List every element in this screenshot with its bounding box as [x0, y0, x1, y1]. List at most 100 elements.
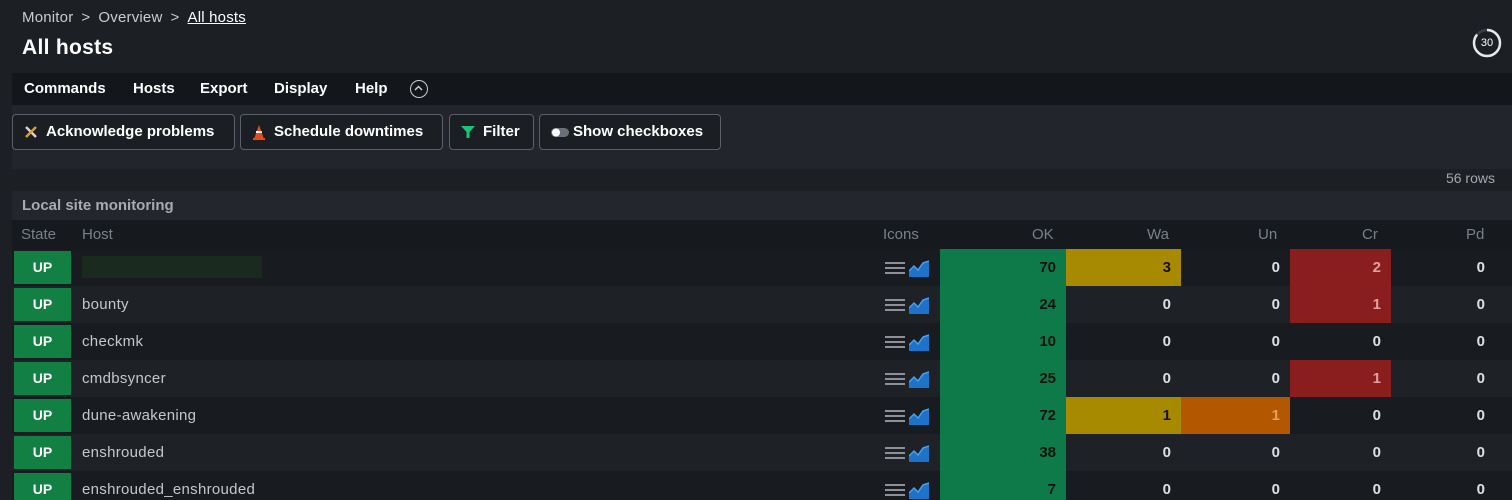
ok-count[interactable]: 10	[940, 323, 1066, 360]
warn-count[interactable]: 3	[1066, 249, 1181, 286]
breadcrumb-item-current[interactable]: All hosts	[187, 9, 246, 26]
unknown-count[interactable]: 0	[1181, 323, 1290, 360]
state-badge[interactable]: UP	[14, 288, 71, 321]
state-badge[interactable]: UP	[14, 325, 71, 358]
schedule-downtimes-button[interactable]: Schedule downtimes	[240, 114, 443, 150]
state-badge[interactable]: UP	[14, 436, 71, 469]
show-checkboxes-button[interactable]: Show checkboxes	[539, 114, 721, 150]
pending-count[interactable]: 0	[1391, 286, 1495, 323]
area-graph-icon[interactable]	[909, 481, 929, 499]
ok-count[interactable]: 38	[940, 434, 1066, 471]
unknown-count[interactable]: 1	[1181, 397, 1290, 434]
refresh-timer[interactable]: 30	[1472, 28, 1502, 58]
unknown-count[interactable]: 0	[1181, 434, 1290, 471]
table-row[interactable]: UP enshrouded_enshrouded 7 0 0 0 0	[12, 471, 1512, 500]
group-header: Local site monitoring	[12, 191, 1512, 220]
breadcrumb-item-monitor[interactable]: Monitor	[22, 9, 73, 26]
column-header-icons: Icons	[883, 226, 919, 243]
acknowledge-problems-button[interactable]: Acknowledge problems	[12, 114, 235, 150]
host-link[interactable]: dune-awakening	[82, 397, 196, 434]
column-header-ok[interactable]: OK	[1032, 220, 1054, 249]
refresh-seconds: 30	[1480, 37, 1494, 49]
column-header-cr[interactable]: Cr	[1362, 220, 1378, 249]
warn-count[interactable]: 1	[1066, 397, 1181, 434]
pending-count[interactable]: 0	[1391, 434, 1495, 471]
hamburger-menu-icon[interactable]	[885, 296, 905, 314]
crit-count[interactable]: 0	[1290, 323, 1391, 360]
host-link[interactable]: checkmk	[82, 323, 143, 360]
warn-count[interactable]: 0	[1066, 471, 1181, 500]
hamburger-menu-icon[interactable]	[885, 333, 905, 351]
chevron-up-circle-icon[interactable]	[410, 80, 428, 98]
menu-commands[interactable]: Commands	[24, 73, 106, 105]
breadcrumb-item-overview[interactable]: Overview	[98, 9, 162, 26]
ok-count[interactable]: 70	[940, 249, 1066, 286]
warn-count[interactable]: 0	[1066, 323, 1181, 360]
hamburger-menu-icon[interactable]	[885, 481, 905, 499]
host-link[interactable]: bounty	[82, 286, 129, 323]
row-count: 56 rows	[1445, 170, 1495, 186]
hamburger-menu-icon[interactable]	[885, 370, 905, 388]
host-link[interactable]: enshrouded_enshrouded	[82, 471, 255, 500]
column-header-host[interactable]: Host	[82, 220, 113, 249]
hamburger-menu-icon[interactable]	[885, 259, 905, 277]
crit-count[interactable]: 2	[1290, 249, 1391, 286]
state-badge[interactable]: UP	[14, 251, 71, 284]
group-title: Local site monitoring	[22, 197, 174, 214]
area-graph-icon[interactable]	[909, 444, 929, 462]
unknown-count[interactable]: 0	[1181, 360, 1290, 397]
state-badge[interactable]: UP	[14, 399, 71, 432]
ok-count[interactable]: 24	[940, 286, 1066, 323]
menu-export[interactable]: Export	[200, 73, 248, 105]
unknown-count[interactable]: 0	[1181, 471, 1290, 500]
area-graph-icon[interactable]	[909, 407, 929, 425]
table-row[interactable]: UP enshrouded 38 0 0 0 0	[12, 434, 1512, 471]
pending-count[interactable]: 0	[1391, 249, 1495, 286]
column-header-wa[interactable]: Wa	[1147, 220, 1169, 249]
menu-hosts[interactable]: Hosts	[133, 73, 175, 105]
pending-count[interactable]: 0	[1391, 471, 1495, 500]
state-badge[interactable]: UP	[14, 362, 71, 395]
table-row[interactable]: UP 70 3 0 2 0	[12, 249, 1512, 286]
table-row[interactable]: UP dune-awakening 72 1 1 0 0	[12, 397, 1512, 434]
table-row[interactable]: UP cmdbsyncer 25 0 0 1 0	[12, 360, 1512, 397]
column-header-pd[interactable]: Pd	[1466, 220, 1484, 249]
ok-count[interactable]: 72	[940, 397, 1066, 434]
warn-count[interactable]: 0	[1066, 286, 1181, 323]
row-icons	[885, 481, 931, 499]
unknown-count[interactable]: 0	[1181, 286, 1290, 323]
host-link[interactable]: enshrouded	[82, 434, 164, 471]
host-link[interactable]: cmdbsyncer	[82, 360, 166, 397]
crit-count[interactable]: 0	[1290, 471, 1391, 500]
ok-count[interactable]: 25	[940, 360, 1066, 397]
warn-count[interactable]: 0	[1066, 434, 1181, 471]
area-graph-icon[interactable]	[909, 259, 929, 277]
menu-display[interactable]: Display	[274, 73, 327, 105]
pending-count[interactable]: 0	[1391, 397, 1495, 434]
pending-count[interactable]: 0	[1391, 323, 1495, 360]
crit-count[interactable]: 0	[1290, 434, 1391, 471]
hamburger-menu-icon[interactable]	[885, 444, 905, 462]
state-badge[interactable]: UP	[14, 473, 71, 500]
row-icons	[885, 444, 931, 462]
warn-count[interactable]: 0	[1066, 360, 1181, 397]
hamburger-menu-icon[interactable]	[885, 407, 905, 425]
breadcrumb-separator: >	[170, 9, 180, 26]
filter-button[interactable]: Filter	[449, 114, 534, 150]
unknown-count[interactable]: 0	[1181, 249, 1290, 286]
column-header-state[interactable]: State	[21, 220, 56, 249]
area-graph-icon[interactable]	[909, 333, 929, 351]
crit-count[interactable]: 1	[1290, 360, 1391, 397]
area-graph-icon[interactable]	[909, 370, 929, 388]
table-row[interactable]: UP checkmk 10 0 0 0 0	[12, 323, 1512, 360]
pending-count[interactable]: 0	[1391, 360, 1495, 397]
area-graph-icon[interactable]	[909, 296, 929, 314]
column-header-un[interactable]: Un	[1258, 220, 1277, 249]
crit-count[interactable]: 1	[1290, 286, 1391, 323]
page-title: All hosts	[22, 36, 114, 59]
crit-count[interactable]: 0	[1290, 397, 1391, 434]
table-row[interactable]: UP bounty 24 0 0 1 0	[12, 286, 1512, 323]
menu-help[interactable]: Help	[355, 73, 388, 105]
row-icons	[885, 407, 931, 425]
ok-count[interactable]: 7	[940, 471, 1066, 500]
